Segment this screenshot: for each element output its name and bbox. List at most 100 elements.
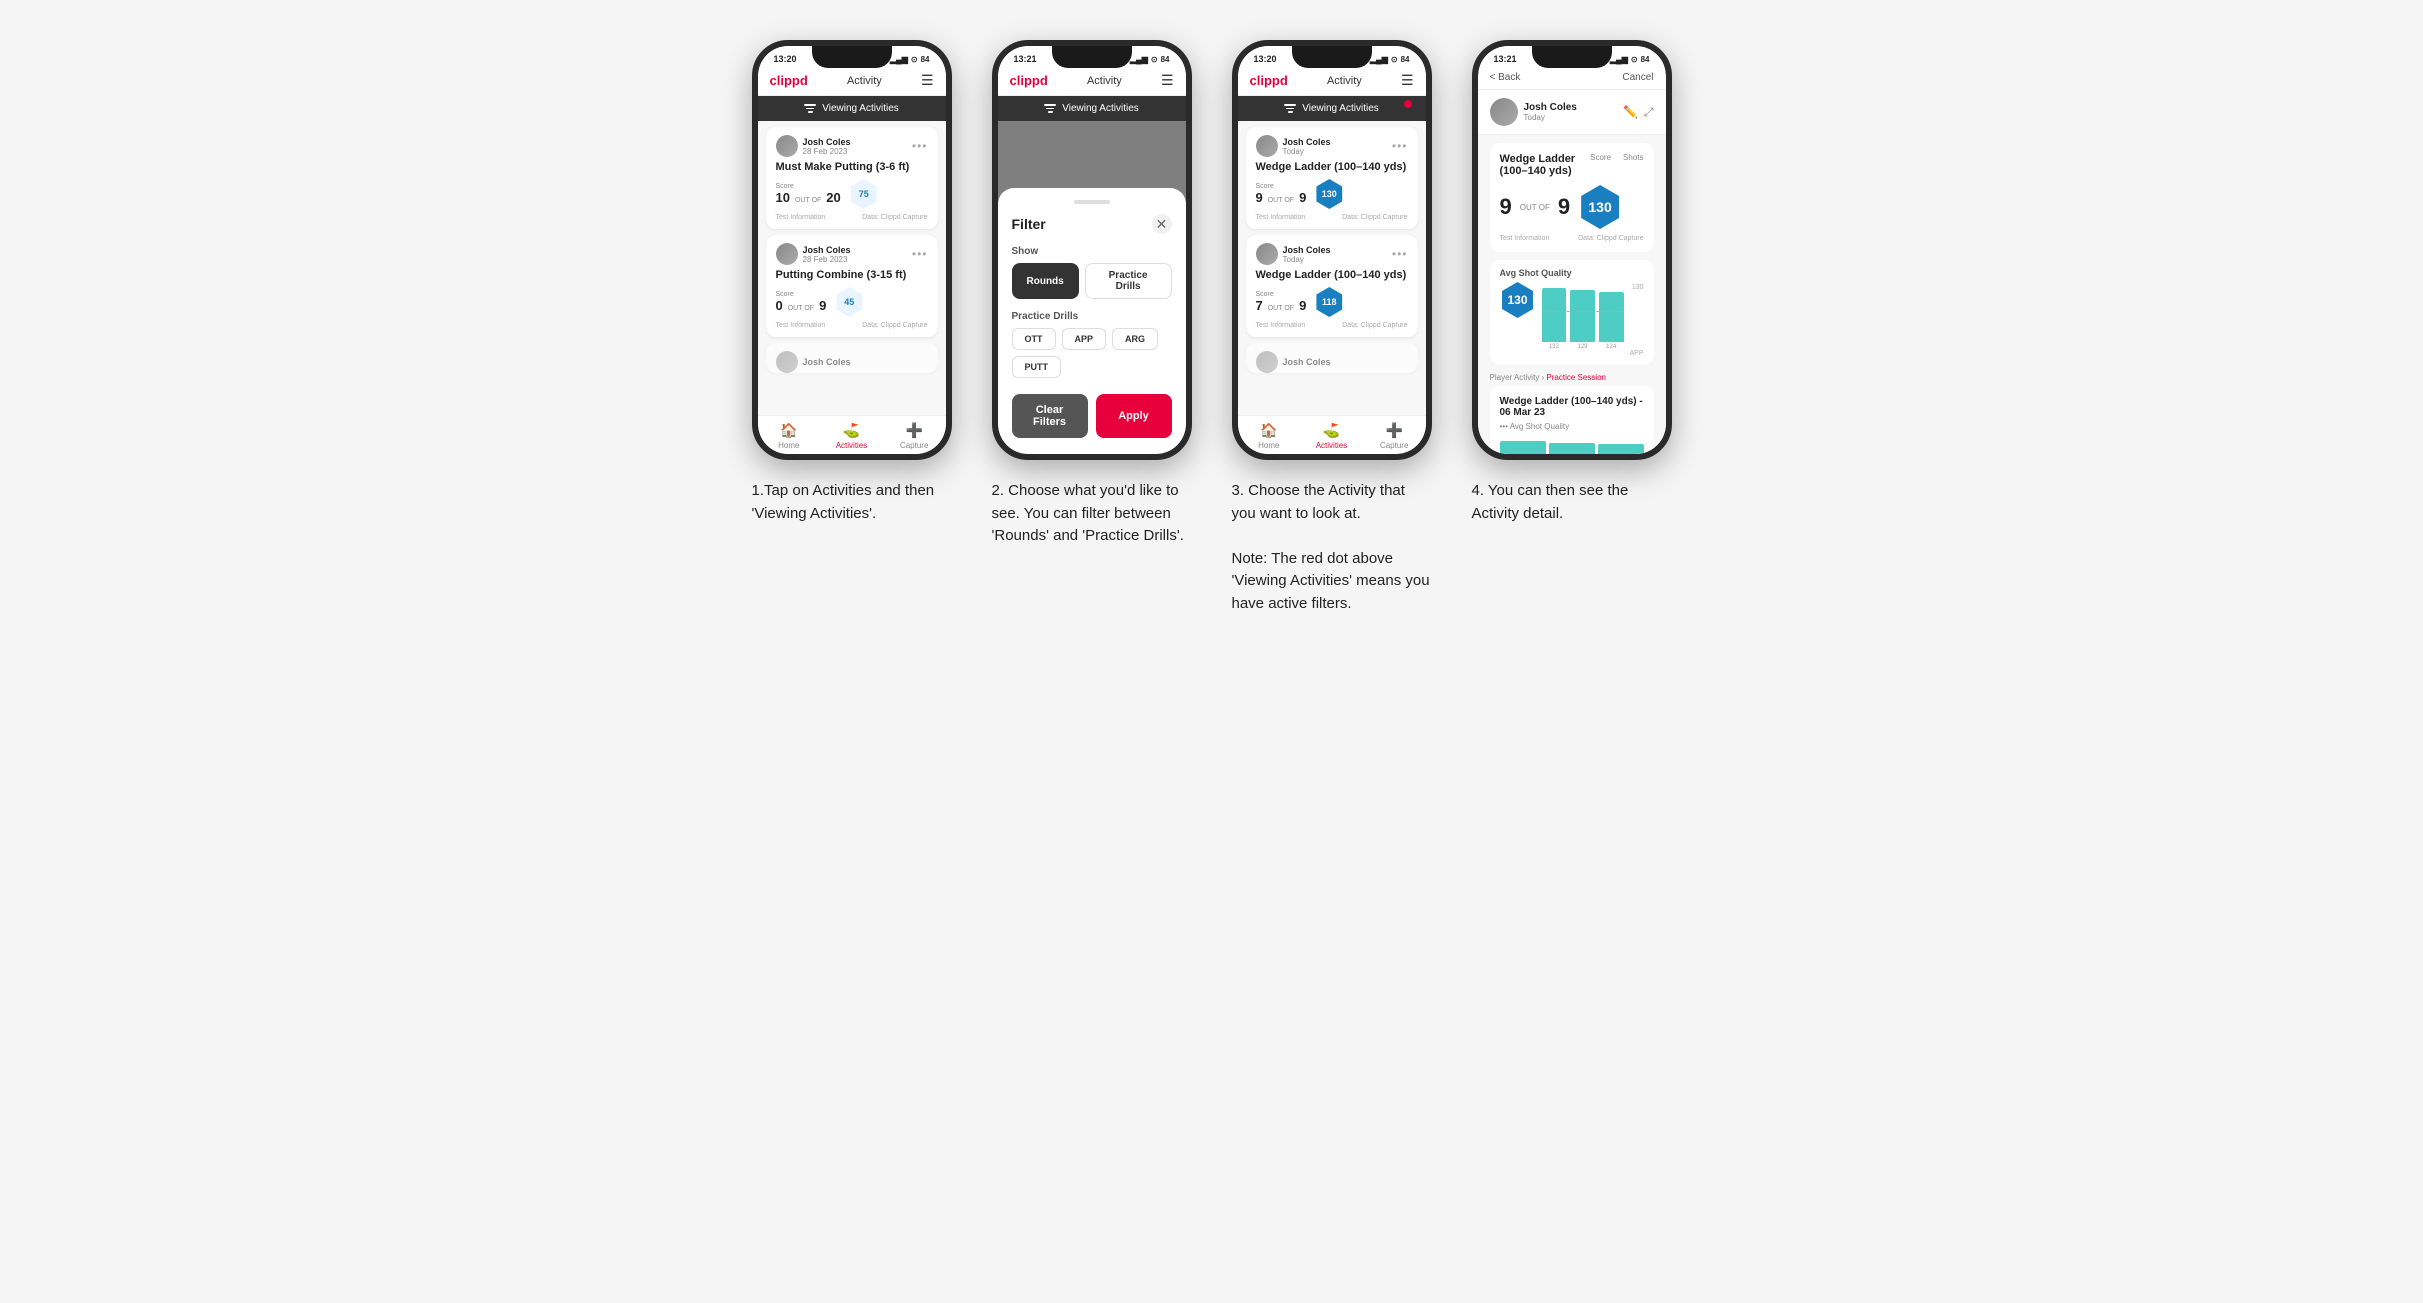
phone-3-item2-avatar [1256, 243, 1278, 265]
phone-2-menu-icon[interactable]: ☰ [1161, 72, 1174, 89]
phone-4-edit-icon[interactable]: ✏️ [1623, 105, 1638, 120]
phone-4-player-activity: Player Activity › Practice Session [1490, 373, 1654, 382]
phone-4-wifi-icon: ⊙ [1631, 55, 1638, 64]
phone-3-item1-test-info: Test Information [1256, 214, 1306, 221]
phone-1-app-title: Activity [847, 75, 882, 87]
phone-1-item2-stats: Score 0 OUT OF 9 45 [776, 287, 928, 317]
phone-1-home-label: Home [778, 441, 799, 450]
phone-3-activity-item-2[interactable]: Josh Coles Today ••• Wedge Ladder (100–1… [1246, 235, 1418, 337]
phone-2-rounds-btn[interactable]: Rounds [1012, 263, 1079, 299]
phone-2-close-button[interactable]: ✕ [1152, 214, 1172, 234]
phone-4-detail-actions: ✏️ ⤢ [1623, 105, 1654, 120]
phone-3-item2-user: Josh Coles Today [1256, 243, 1331, 265]
phone-3-item2-name: Josh Coles [1283, 245, 1331, 255]
phone-2-filter-btn-group: Rounds Practice Drills [1012, 263, 1172, 299]
phone-3-activities-label: Activities [1316, 441, 1348, 450]
phone-4-mini-bar-3 [1598, 444, 1644, 454]
phone-2-modal-handle [1074, 200, 1110, 204]
phone-2-drills-btn[interactable]: Practice Drills [1085, 263, 1172, 299]
phone-1-item1-avatar [776, 135, 798, 157]
phone-4-chart-wrapper: 130 130 [1500, 282, 1644, 357]
phone-3-nav-capture[interactable]: ➕ Capture [1363, 422, 1426, 450]
phone-2-battery: 84 [1161, 55, 1170, 64]
phone-2-tag-app[interactable]: APP [1062, 328, 1107, 350]
phone-4-session-title: Wedge Ladder (100–140 yds) - 06 Mar 23 [1500, 396, 1644, 418]
phone-1-app-header: clippd Activity ☰ [758, 66, 946, 96]
phone-2-apply-btn[interactable]: Apply [1096, 394, 1172, 438]
phone-1-activity-item-2[interactable]: Josh Coles 28 Feb 2023 ••• Putting Combi… [766, 235, 938, 337]
phone-3-nav-home[interactable]: 🏠 Home [1238, 422, 1301, 450]
phone-1-nav-capture[interactable]: ➕ Capture [883, 422, 946, 450]
phone-1-status-icons: ▂▄▆ ⊙ 84 [890, 55, 930, 64]
phone-3-nav-activities[interactable]: ⛳ Activities [1300, 422, 1363, 450]
phone-4-chart-inner: 130 [1542, 282, 1644, 342]
phone-1-menu-icon[interactable]: ☰ [921, 72, 934, 89]
phone-1-item2-name: Josh Coles [803, 245, 851, 255]
phone-4-bar-3 [1599, 292, 1624, 342]
phone-3-activity-item-3: Josh Coles [1246, 343, 1418, 373]
phone-4-shots-value: 9 [1558, 194, 1570, 220]
phone-4-player-activity-label: Player Activity [1490, 373, 1540, 382]
phone-3-wifi-icon: ⊙ [1391, 55, 1398, 64]
phone-4-stats-row: 9 OUT OF 9 130 [1500, 185, 1644, 229]
phone-1-item1-name: Josh Coles [803, 137, 851, 147]
phone-2-app-title: Activity [1087, 75, 1122, 87]
phone-2-tag-group: OTT APP ARG PUTT [1012, 328, 1172, 378]
phone-2-filter-icon [1044, 104, 1056, 114]
phone-3-item1-dots[interactable]: ••• [1392, 139, 1408, 153]
phone-3-item1-score-val: 9 [1256, 190, 1263, 205]
phone-1-time: 13:20 [774, 54, 797, 64]
phone-1-item1-date: 28 Feb 2023 [803, 147, 851, 156]
phone-1-item2-dots[interactable]: ••• [912, 247, 928, 261]
phone-1-item2-footer: Test Information Data: Clippd Capture [776, 322, 928, 329]
phone-3-menu-icon[interactable]: ☰ [1401, 72, 1414, 89]
phone-2-filter-overlay: Filter ✕ Show Rounds Practice Drills Pra… [998, 121, 1186, 454]
phone-3-activity-item-1[interactable]: Josh Coles Today ••• Wedge Ladder (100–1… [1246, 127, 1418, 229]
phone-3-item1-footer: Test Information Data: Clippd Capture [1256, 214, 1408, 221]
phone-1-activity-item-1[interactable]: Josh Coles 28 Feb 2023 ••• Must Make Put… [766, 127, 938, 229]
phone-4-activity-name: Wedge Ladder (100–140 yds) [1500, 153, 1591, 177]
caption-2: 2. Choose what you'd like to see. You ca… [992, 480, 1192, 548]
phone-2-clear-btn[interactable]: Clear Filters [1012, 394, 1088, 438]
phone-1-item3-name: Josh Coles [803, 357, 851, 367]
phone-1-nav-activities[interactable]: ⛳ Activities [820, 422, 883, 450]
phone-3-item2-data-source: Data: Clippd Capture [1342, 322, 1407, 329]
phone-3-notch [1292, 46, 1372, 68]
phone-4-cancel-button[interactable]: Cancel [1622, 72, 1653, 83]
phone-3-item1-date: Today [1283, 147, 1331, 156]
phone-4-chart-area: Avg Shot Quality 130 130 [1490, 260, 1654, 365]
phone-4-bar-label-3: 124 [1599, 344, 1624, 350]
phone-4-back-button[interactable]: < Back [1490, 72, 1521, 83]
phone-3-item1-score-label: Score [1256, 183, 1307, 190]
phone-4-avg-shot-text: Avg Shot Quality [1510, 422, 1569, 431]
phone-4-expand-icon[interactable]: ⤢ [1644, 105, 1654, 120]
phone-4-chart-x-label: APP [1542, 350, 1644, 357]
phone-1-item2-score-val: 0 [776, 298, 783, 313]
phone-1-item2-score-label: Score [776, 291, 827, 298]
phone-3-viewing-bar[interactable]: Viewing Activities [1238, 96, 1426, 121]
phone-1-activity-item-3: Josh Coles [766, 343, 938, 373]
phone-2-tag-ott[interactable]: OTT [1012, 328, 1056, 350]
phone-1-item1-stats: Score 10 OUT OF 20 75 [776, 179, 928, 209]
phone-1-activities-icon: ⛳ [843, 422, 860, 439]
phone-4-chart-title: Avg Shot Quality [1500, 268, 1644, 278]
phone-3-item2-footer: Test Information Data: Clippd Capture [1256, 322, 1408, 329]
phone-2-tag-arg[interactable]: ARG [1112, 328, 1158, 350]
phone-2-tag-putt[interactable]: PUTT [1012, 356, 1062, 378]
phone-4-battery: 84 [1641, 55, 1650, 64]
phone-4-notch [1532, 46, 1612, 68]
phone-1-item1-outof: OUT OF [795, 197, 821, 204]
phone-1-item1-footer: Test Information Data: Clippd Capture [776, 214, 928, 221]
phone-3-item2-dots[interactable]: ••• [1392, 247, 1408, 261]
phone-3-signal: ▂▄▆ [1370, 55, 1388, 64]
phone-1-viewing-bar[interactable]: Viewing Activities [758, 96, 946, 121]
phone-1-item1-dots[interactable]: ••• [912, 139, 928, 153]
phone-1-item3-header: Josh Coles [776, 351, 928, 373]
phone-1-item2-avatar [776, 243, 798, 265]
phone-1-logo: clippd [770, 73, 808, 88]
phone-4-user-info: Josh Coles Today [1490, 98, 1577, 126]
phone-4-bar-label-1: 132 [1542, 344, 1567, 350]
phone-1-nav-home[interactable]: 🏠 Home [758, 422, 821, 450]
phone-1-item1-shots-val: 20 [826, 190, 840, 205]
caption-1: 1.Tap on Activities and then 'Viewing Ac… [752, 480, 952, 525]
